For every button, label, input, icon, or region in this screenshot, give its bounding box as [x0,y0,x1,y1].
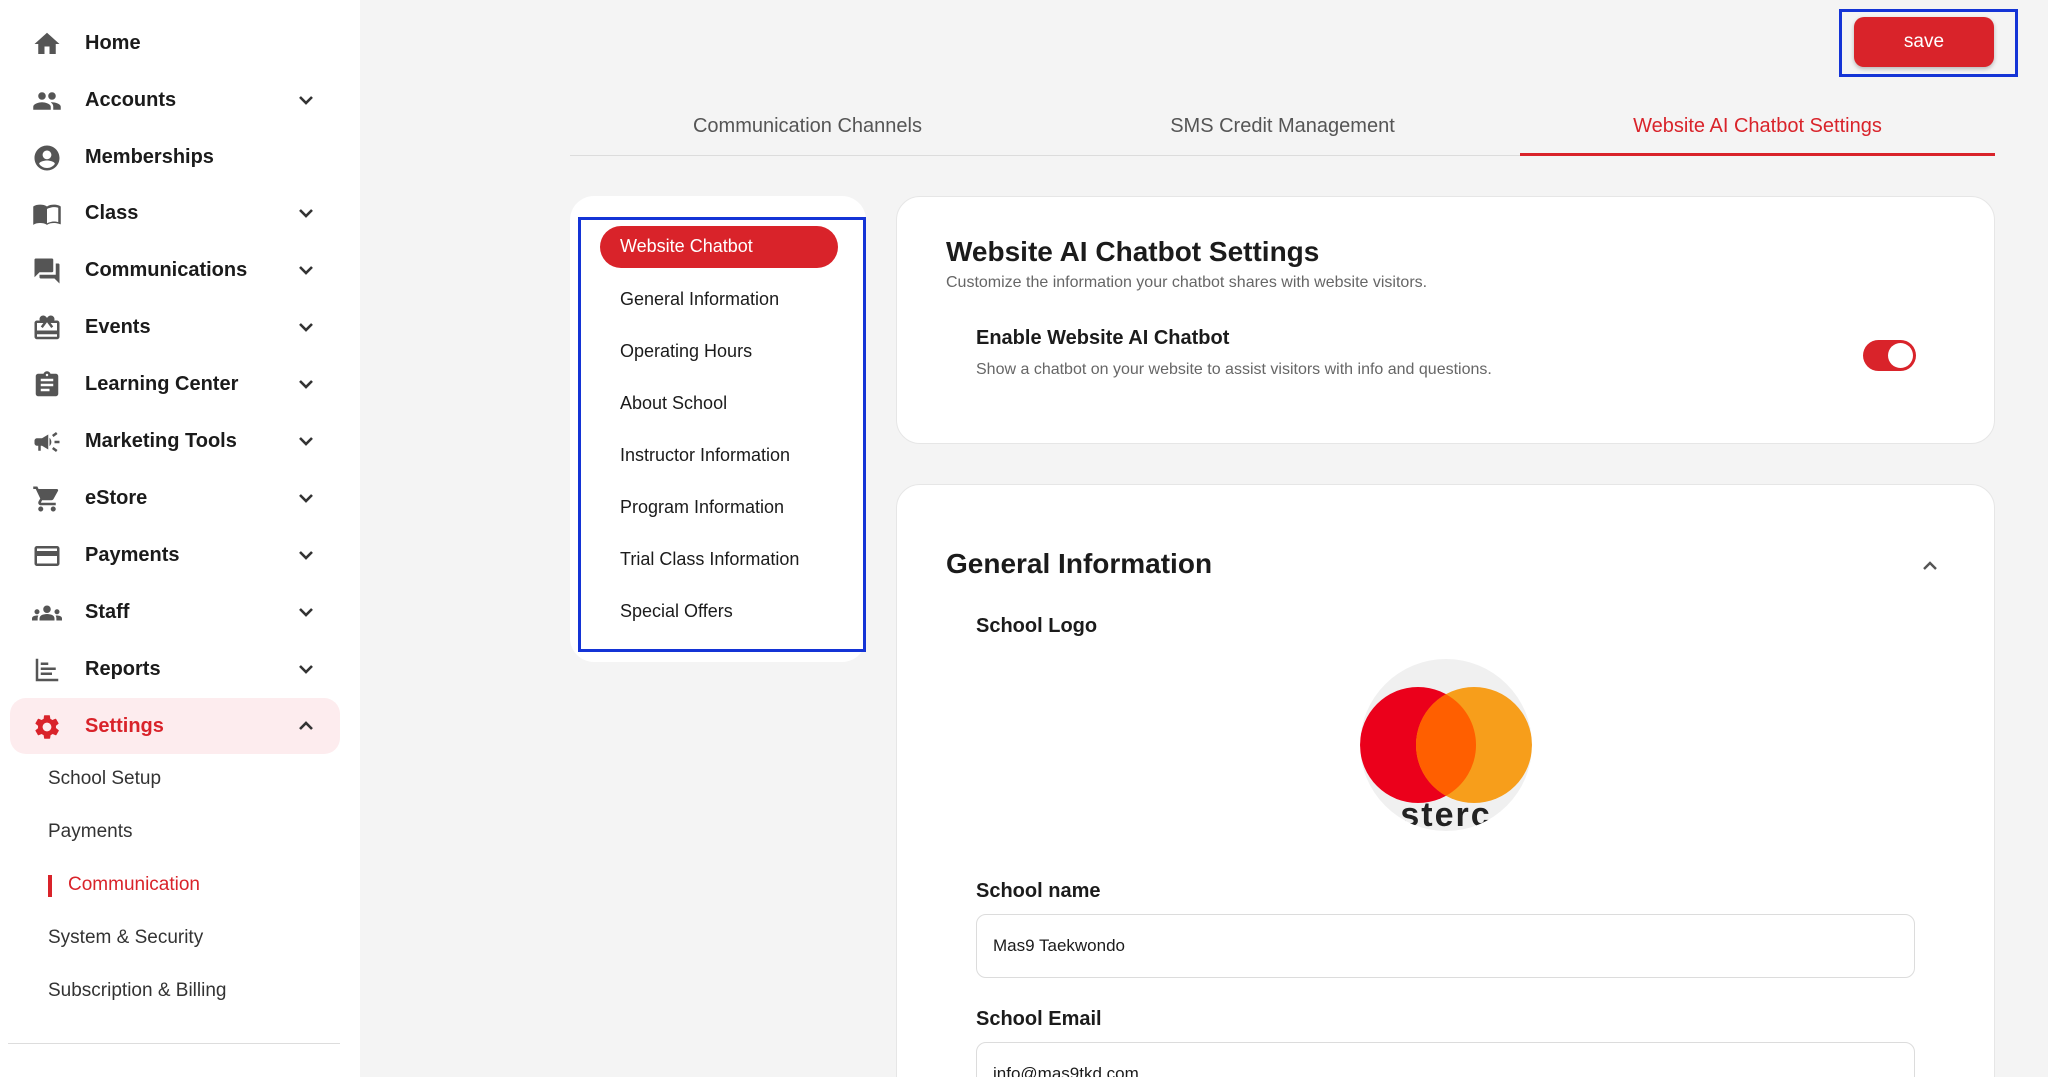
sidebar-divider [8,1043,340,1044]
chevron-down-icon[interactable] [294,543,318,567]
nav-learning-center-label: Learning Center [85,372,239,395]
gear-icon [30,712,64,742]
nav-communications-label: Communications [85,258,248,281]
settings-sub-communication[interactable]: Communication [68,874,200,896]
chevron-down-icon[interactable] [294,486,318,510]
chevron-down-icon[interactable] [294,315,318,339]
chat-icon [30,256,64,286]
nav-reports-label: Reports [85,657,161,680]
nav-estore-label: eStore [85,486,148,509]
settings-sub-system-security[interactable]: System & Security [48,927,203,949]
gift-card-icon [30,313,64,343]
chatbot-settings-card [896,196,1995,444]
cart-icon [30,484,64,514]
nav-communications[interactable]: Communications [10,242,340,298]
subnav-highlight-box [578,217,866,652]
bar-chart-icon [30,655,64,685]
book-icon [30,199,64,229]
nav-marketing-tools-label: Marketing Tools [85,429,237,452]
chevron-down-icon[interactable] [294,88,318,112]
nav-staff-label: Staff [85,600,130,623]
nav-learning-center[interactable]: Learning Center [10,356,340,412]
chevron-up-icon[interactable] [1918,554,1942,578]
nav-settings[interactable]: Settings [10,698,340,754]
settings-sub-subscription-billing[interactable]: Subscription & Billing [48,980,226,1002]
home-icon [30,29,64,59]
enable-chatbot-toggle[interactable] [1863,340,1916,371]
chatbot-card-subtitle: Customize the information your chatbot s… [946,274,1428,291]
chatbot-card-title: Website AI Chatbot Settings [946,236,1320,267]
nav-class[interactable]: Class [10,185,340,241]
active-indicator [48,875,52,897]
school-email-input[interactable] [976,1042,1915,1077]
tab-website-ai-chatbot-settings[interactable]: Website AI Chatbot Settings [1520,103,1995,156]
chevron-down-icon[interactable] [294,657,318,681]
chevron-down-icon[interactable] [294,600,318,624]
nav-accounts-label: Accounts [85,88,177,111]
people-icon [30,86,64,116]
settings-sub-payments[interactable]: Payments [48,821,132,843]
chevron-down-icon[interactable] [294,201,318,225]
school-email-label: School Email [976,1008,1102,1030]
chevron-down-icon[interactable] [294,372,318,396]
nav-estore[interactable]: eStore [10,470,340,526]
nav-home[interactable]: Home [10,15,340,71]
enable-chatbot-description: Show a chatbot on your website to assist… [976,361,1492,378]
save-button[interactable]: save [1854,17,1994,67]
school-name-label: School name [976,880,1101,902]
clipboard-icon [30,370,64,400]
tab-sms-credit-management[interactable]: SMS Credit Management [1045,103,1520,156]
chevron-up-icon[interactable] [294,714,318,738]
nav-home-label: Home [85,31,141,54]
toggle-knob [1888,343,1913,368]
nav-memberships[interactable]: Memberships [10,129,340,185]
chevron-down-icon[interactable] [294,258,318,282]
settings-sub-school-setup[interactable]: School Setup [48,768,161,790]
sidebar: Home Accounts Memberships Class Communic… [0,0,360,1077]
general-info-title: General Information [946,548,1213,579]
enable-chatbot-label: Enable Website AI Chatbot [976,327,1230,349]
nav-settings-label: Settings [85,714,164,737]
nav-reports[interactable]: Reports [10,641,340,697]
logo-wordmark: sterc [1400,796,1492,831]
nav-events[interactable]: Events [10,299,340,355]
tab-bar: Communication Channels SMS Credit Manage… [570,103,1995,156]
account-circle-icon [30,143,64,173]
school-logo-label: School Logo [976,615,1098,637]
nav-payments[interactable]: Payments [10,527,340,583]
nav-events-label: Events [85,315,151,338]
group-icon [30,598,64,628]
nav-payments-label: Payments [85,543,180,566]
nav-staff[interactable]: Staff [10,584,340,640]
school-logo-image[interactable]: sterc [1360,659,1532,831]
nav-accounts[interactable]: Accounts [10,72,340,128]
credit-card-icon [30,541,64,571]
nav-memberships-label: Memberships [85,145,214,168]
school-name-input[interactable] [976,914,1915,978]
tab-communication-channels[interactable]: Communication Channels [570,103,1045,156]
chevron-down-icon[interactable] [294,429,318,453]
nav-marketing-tools[interactable]: Marketing Tools [10,413,340,469]
megaphone-icon [30,427,64,457]
nav-class-label: Class [85,201,139,224]
